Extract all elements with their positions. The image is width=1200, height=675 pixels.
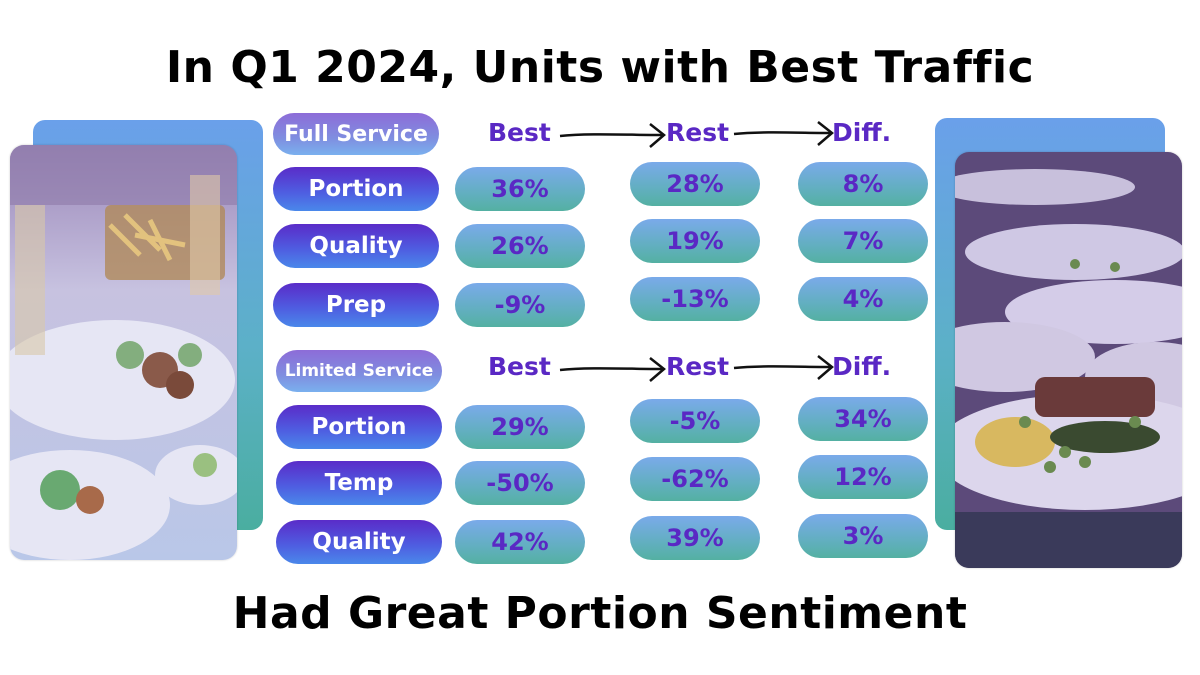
value-best: 29%	[455, 405, 585, 449]
value-diff: 3%	[798, 514, 928, 558]
value-rest: -5%	[630, 399, 760, 443]
value-best: -50%	[455, 461, 585, 505]
value-diff: 34%	[798, 397, 928, 441]
section-header-limited-service: Limited Service	[276, 350, 442, 392]
arrow-icon	[559, 357, 666, 382]
row-label-portion: Portion	[273, 167, 439, 211]
column-header-best: Best	[488, 352, 551, 381]
column-header-rest: Rest	[666, 352, 730, 381]
row-label-quality: Quality	[276, 520, 442, 564]
section-header-full-service: Full Service	[273, 113, 439, 155]
value-rest: 39%	[630, 516, 760, 560]
arrow-icon	[559, 123, 666, 148]
row-label-portion: Portion	[276, 405, 442, 449]
value-diff: 12%	[798, 455, 928, 499]
column-header-diff: Diff.	[832, 352, 892, 381]
column-header-best: Best	[488, 118, 551, 147]
value-best: 26%	[455, 224, 585, 268]
value-rest: -13%	[630, 277, 760, 321]
column-header-rest: Rest	[666, 118, 730, 147]
value-diff: 4%	[798, 277, 928, 321]
row-label-temp: Temp	[276, 461, 442, 505]
value-diff: 7%	[798, 219, 928, 263]
value-best: -9%	[455, 283, 585, 327]
value-rest: -62%	[630, 457, 760, 501]
value-best: 42%	[455, 520, 585, 564]
column-header-diff: Diff.	[832, 118, 892, 147]
value-diff: 8%	[798, 162, 928, 206]
row-label-prep: Prep	[273, 283, 439, 327]
value-rest: 19%	[630, 219, 760, 263]
left-food-photo	[10, 145, 237, 560]
row-label-quality: Quality	[273, 224, 439, 268]
arrow-icon	[733, 355, 834, 380]
page-subtitle: Had Great Portion Sentiment	[232, 588, 968, 639]
value-best: 36%	[455, 167, 585, 211]
right-food-photo	[955, 152, 1182, 568]
arrow-icon	[733, 121, 834, 146]
value-rest: 28%	[630, 162, 760, 206]
page-title: In Q1 2024, Units with Best Traffic	[165, 42, 1035, 93]
